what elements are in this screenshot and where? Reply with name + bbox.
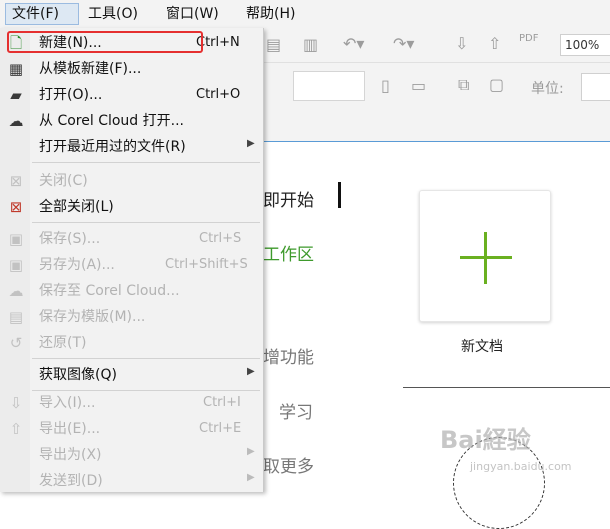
divider [403, 387, 610, 388]
copy-icon[interactable]: ▤ [266, 35, 281, 54]
menu-item-close-all[interactable]: ⊠ 全部关闭(L) [0, 194, 263, 220]
menu-item-shortcut: Ctrl+Shift+S [165, 257, 248, 272]
zoom-level-box[interactable]: 100% [560, 34, 610, 56]
redo-icon[interactable]: ↷▾ [393, 34, 414, 53]
menu-item-shortcut: Ctrl+S [199, 231, 242, 246]
menu-item-label: 从模板新建(F)... [39, 61, 142, 77]
welcome-workspace[interactable]: 工作区 [263, 240, 314, 265]
menu-item-export-as[interactable]: 导出为(X) ▶ [0, 442, 263, 468]
save-icon: ▣ [8, 230, 24, 248]
cloud-upload-icon: ☁ [8, 282, 24, 300]
menu-item-save-as[interactable]: ▣ 另存为(A)... Ctrl+Shift+S [0, 252, 263, 278]
menu-item-new-from-template[interactable]: ▦ 从模板新建(F)... [0, 56, 263, 82]
export-icon: ⇧ [9, 420, 23, 438]
menu-item-label: 打开(O)... [39, 87, 103, 103]
revert-icon: ↺ [9, 334, 23, 352]
export-tool-icon[interactable]: ⇧ [488, 34, 501, 53]
import-tool-icon[interactable]: ⇩ [455, 34, 468, 53]
menu-item-label: 发送到(D) [39, 473, 103, 489]
menu-item-label: 打开最近用过的文件(R) [39, 139, 186, 155]
submenu-arrow-icon: ▶ [247, 366, 255, 377]
welcome-start[interactable]: 即开始 [263, 186, 314, 211]
submenu-arrow-icon: ▶ [247, 446, 255, 457]
menu-item-send-to[interactable]: 发送到(D) ▶ [0, 468, 263, 494]
menu-item-save-template[interactable]: ▤ 保存为模版(M)... [0, 304, 263, 330]
menu-item-shortcut: Ctrl+O [196, 87, 241, 102]
menu-item-save[interactable]: ▣ 保存(S)... Ctrl+S [0, 226, 263, 252]
red-highlight-box [7, 31, 203, 53]
menu-item-export[interactable]: ⇧ 导出(E)... Ctrl+E [0, 416, 263, 442]
menu-item-revert[interactable]: ↺ 还原(T) [0, 330, 263, 356]
file-menu-dropdown: 🗋 新建(N)... Ctrl+N ▦ 从模板新建(F)... ▰ 打开(O).… [0, 28, 264, 492]
unit-label: 单位: [531, 81, 564, 97]
menu-file[interactable]: 文件(F) [5, 3, 79, 25]
menu-window[interactable]: 窗口(W) [166, 4, 219, 24]
template-icon: ▦ [8, 60, 24, 78]
menu-item-label: 关闭(C) [39, 173, 88, 189]
welcome-screen: 即开始 工作区 增功能 学习 取更多 新文档 [263, 142, 610, 529]
menu-item-label: 从 Corel Cloud 打开... [39, 113, 184, 129]
pages-icon[interactable]: ⧉ [458, 75, 469, 95]
landscape-icon[interactable]: ▭ [411, 76, 426, 95]
menu-item-acquire-image[interactable]: 获取图像(Q) ▶ [0, 362, 263, 388]
active-indicator [338, 182, 341, 208]
menu-item-label: 获取图像(Q) [39, 367, 117, 383]
cloud-download-icon: ☁ [8, 112, 24, 130]
folder-open-icon: ▰ [10, 86, 22, 104]
menu-separator [32, 358, 260, 359]
menu-separator [32, 162, 260, 163]
portrait-icon[interactable]: ▯ [381, 76, 390, 95]
new-document-label: 新文档 [461, 339, 503, 355]
plus-icon-vertical [484, 232, 487, 284]
close-doc-icon: ⊠ [9, 172, 23, 190]
menu-item-close[interactable]: ⊠ 关闭(C) [0, 168, 263, 194]
menu-separator [32, 222, 260, 223]
close-all-icon: ⊠ [9, 198, 23, 216]
submenu-arrow-icon: ▶ [247, 472, 255, 483]
menu-item-label: 保存至 Corel Cloud... [39, 283, 180, 299]
undo-icon[interactable]: ↶▾ [343, 34, 364, 53]
import-icon: ⇩ [9, 394, 23, 412]
menu-item-import[interactable]: ⇩ 导入(I)... Ctrl+I [0, 390, 263, 416]
menu-item-label: 导出为(X) [39, 447, 102, 463]
welcome-features[interactable]: 增功能 [263, 343, 314, 368]
menu-item-label: 另存为(A)... [39, 257, 115, 273]
unit-select[interactable] [581, 73, 610, 101]
menu-item-label: 还原(T) [39, 335, 87, 351]
submenu-arrow-icon: ▶ [247, 138, 255, 149]
welcome-learn[interactable]: 学习 [279, 398, 313, 423]
menu-item-shortcut: Ctrl+E [199, 421, 242, 436]
page-icon[interactable]: ▢ [489, 75, 504, 94]
welcome-more[interactable]: 取更多 [263, 452, 314, 477]
save-template-icon: ▤ [8, 308, 24, 326]
menu-help[interactable]: 帮助(H) [246, 4, 295, 24]
menu-item-label: 保存(S)... [39, 231, 101, 247]
paste-icon[interactable]: ▥ [303, 35, 318, 54]
menu-item-open[interactable]: ▰ 打开(O)... Ctrl+O [0, 82, 263, 108]
tab-strip [263, 113, 610, 143]
menu-item-shortcut: Ctrl+I [203, 395, 241, 410]
menu-item-open-cloud[interactable]: ☁ 从 Corel Cloud 打开... [0, 108, 263, 134]
menu-item-save-cloud[interactable]: ☁ 保存至 Corel Cloud... [0, 278, 263, 304]
size-field[interactable] [293, 71, 365, 101]
standard-toolbar: ▤ ▥ ↶▾ ↷▾ ⇩ ⇧ PDF 100% [263, 28, 610, 63]
menu-item-label: 保存为模版(M)... [39, 309, 146, 325]
save-as-icon: ▣ [8, 256, 24, 274]
menu-item-label: 导入(I)... [39, 395, 96, 411]
menu-item-label: 导出(E)... [39, 421, 101, 437]
property-bar: ▯ ▭ ⧉ ▢ 单位: [263, 63, 610, 114]
menu-item-label: 全部关闭(L) [39, 199, 114, 215]
menu-item-open-recent[interactable]: 打开最近用过的文件(R) ▶ [0, 134, 263, 160]
menu-bar: 文件(F) 工具(O) 窗口(W) 帮助(H) [0, 0, 610, 29]
watermark-url: jingyan.baidu.com [470, 460, 572, 473]
menu-tools[interactable]: 工具(O) [88, 4, 138, 24]
new-document-card[interactable] [419, 190, 551, 322]
pdf-icon[interactable]: PDF [519, 33, 538, 44]
watermark-logo: Bai経验 [440, 426, 531, 454]
